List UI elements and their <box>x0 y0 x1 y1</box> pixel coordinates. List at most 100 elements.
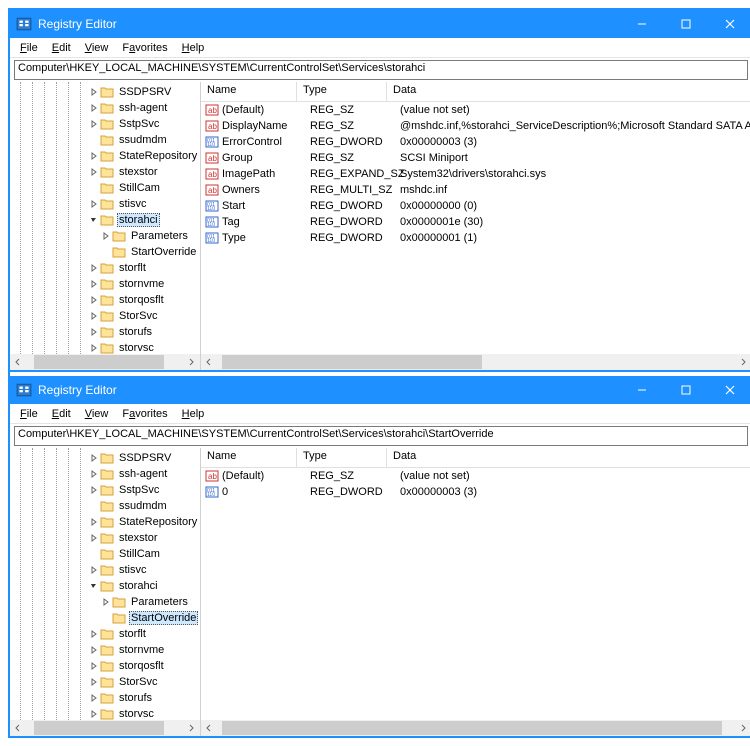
expander-icon[interactable] <box>88 312 100 320</box>
minimize-button[interactable] <box>620 376 664 404</box>
tree-item[interactable]: SSDPSRV <box>10 84 200 100</box>
menu-file[interactable]: File <box>14 407 44 421</box>
expander-icon[interactable] <box>88 486 100 494</box>
menu-edit[interactable]: Edit <box>46 407 77 421</box>
tree-item[interactable]: storflt <box>10 626 200 642</box>
tree-item[interactable]: stornvme <box>10 642 200 658</box>
tree-item[interactable]: ssh-agent <box>10 466 200 482</box>
minimize-button[interactable] <box>620 10 664 38</box>
menu-edit[interactable]: Edit <box>46 41 77 55</box>
scroll-thumb[interactable] <box>222 355 482 369</box>
tree-item[interactable]: SstpSvc <box>10 116 200 132</box>
tree-item[interactable]: storufs <box>10 690 200 706</box>
tree-item[interactable]: StorSvc <box>10 308 200 324</box>
expander-icon[interactable] <box>88 470 100 478</box>
expander-icon[interactable] <box>88 518 100 526</box>
maximize-button[interactable] <box>664 10 708 38</box>
expander-icon[interactable] <box>88 454 100 462</box>
expander-icon[interactable] <box>100 232 112 240</box>
scroll-thumb[interactable] <box>34 721 164 735</box>
expander-icon[interactable] <box>88 88 100 96</box>
expander-icon[interactable] <box>88 328 100 336</box>
expander-icon[interactable] <box>88 710 100 718</box>
tree-scrollbar[interactable] <box>10 720 200 736</box>
tree-item[interactable]: StateRepository <box>10 148 200 164</box>
tree-item[interactable]: SstpSvc <box>10 482 200 498</box>
scroll-track[interactable] <box>26 720 184 736</box>
address-bar[interactable]: Computer\HKEY_LOCAL_MACHINE\SYSTEM\Curre… <box>14 60 748 80</box>
tree-item[interactable]: stexstor <box>10 530 200 546</box>
tree-item[interactable]: storvsc <box>10 706 200 720</box>
list-row[interactable]: ErrorControl REG_DWORD 0x00000003 (3) <box>201 134 750 150</box>
menu-favorites[interactable]: Favorites <box>116 41 173 55</box>
tree-item[interactable]: storflt <box>10 260 200 276</box>
scroll-left-icon[interactable] <box>10 354 26 370</box>
expander-icon[interactable] <box>88 264 100 272</box>
tree-item[interactable]: StillCam <box>10 546 200 562</box>
scroll-right-icon[interactable] <box>736 354 750 370</box>
scroll-track[interactable] <box>26 354 184 370</box>
tree-item[interactable]: ssudmdm <box>10 132 200 148</box>
tree-item[interactable]: StartOverride <box>10 610 200 626</box>
list-scrollbar[interactable] <box>201 720 750 736</box>
col-name[interactable]: Name <box>201 448 297 467</box>
scroll-track[interactable] <box>217 720 736 736</box>
list-row[interactable]: Type REG_DWORD 0x00000001 (1) <box>201 230 750 246</box>
tree-item[interactable]: ssudmdm <box>10 498 200 514</box>
tree-item[interactable]: stisvc <box>10 562 200 578</box>
menu-view[interactable]: View <box>79 407 115 421</box>
expander-icon[interactable] <box>88 280 100 288</box>
col-data[interactable]: Data <box>387 82 750 101</box>
expander-icon[interactable] <box>88 216 100 224</box>
list-row[interactable]: Tag REG_DWORD 0x0000001e (30) <box>201 214 750 230</box>
list-body[interactable]: (Default) REG_SZ (value not set) 0 REG_D… <box>201 468 750 720</box>
tree-item[interactable]: stexstor <box>10 164 200 180</box>
tree-item[interactable]: ssh-agent <box>10 100 200 116</box>
expander-icon[interactable] <box>88 694 100 702</box>
expander-icon[interactable] <box>88 534 100 542</box>
maximize-button[interactable] <box>664 376 708 404</box>
list-body[interactable]: (Default) REG_SZ (value not set) Display… <box>201 102 750 354</box>
tree-item[interactable]: Parameters <box>10 594 200 610</box>
expander-icon[interactable] <box>88 200 100 208</box>
list-row[interactable]: Group REG_SZ SCSI Miniport <box>201 150 750 166</box>
menu-favorites[interactable]: Favorites <box>116 407 173 421</box>
tree-item[interactable]: storahci <box>10 212 200 228</box>
expander-icon[interactable] <box>88 168 100 176</box>
list-row[interactable]: DisplayName REG_SZ @mshdc.inf,%storahci_… <box>201 118 750 134</box>
titlebar[interactable]: Registry Editor <box>10 10 750 38</box>
tree-item[interactable]: storqosflt <box>10 658 200 674</box>
scroll-thumb[interactable] <box>34 355 164 369</box>
expander-icon[interactable] <box>88 566 100 574</box>
menu-help[interactable]: Help <box>176 407 211 421</box>
scroll-left-icon[interactable] <box>201 354 217 370</box>
tree[interactable]: SSDPSRV ssh-agent SstpSvc ssudmdm StateR… <box>10 448 200 720</box>
tree-item[interactable]: StateRepository <box>10 514 200 530</box>
expander-icon[interactable] <box>88 662 100 670</box>
tree-item[interactable]: storufs <box>10 324 200 340</box>
close-button[interactable] <box>708 10 750 38</box>
tree[interactable]: SSDPSRV ssh-agent SstpSvc ssudmdm StateR… <box>10 82 200 354</box>
expander-icon[interactable] <box>88 630 100 638</box>
tree-item[interactable]: SSDPSRV <box>10 450 200 466</box>
tree-item[interactable]: storqosflt <box>10 292 200 308</box>
close-button[interactable] <box>708 376 750 404</box>
expander-icon[interactable] <box>88 120 100 128</box>
tree-item[interactable]: StorSvc <box>10 674 200 690</box>
expander-icon[interactable] <box>100 598 112 606</box>
expander-icon[interactable] <box>88 582 100 590</box>
scroll-right-icon[interactable] <box>184 354 200 370</box>
list-row[interactable]: Owners REG_MULTI_SZ mshdc.inf <box>201 182 750 198</box>
list-row[interactable]: (Default) REG_SZ (value not set) <box>201 102 750 118</box>
scroll-right-icon[interactable] <box>184 720 200 736</box>
expander-icon[interactable] <box>88 296 100 304</box>
tree-scrollbar[interactable] <box>10 354 200 370</box>
col-data[interactable]: Data <box>387 448 750 467</box>
tree-item[interactable]: StartOverride <box>10 244 200 260</box>
col-type[interactable]: Type <box>297 448 387 467</box>
list-row[interactable]: 0 REG_DWORD 0x00000003 (3) <box>201 484 750 500</box>
expander-icon[interactable] <box>88 104 100 112</box>
tree-item[interactable]: storvsc <box>10 340 200 354</box>
list-scrollbar[interactable] <box>201 354 750 370</box>
address-bar[interactable]: Computer\HKEY_LOCAL_MACHINE\SYSTEM\Curre… <box>14 426 748 446</box>
